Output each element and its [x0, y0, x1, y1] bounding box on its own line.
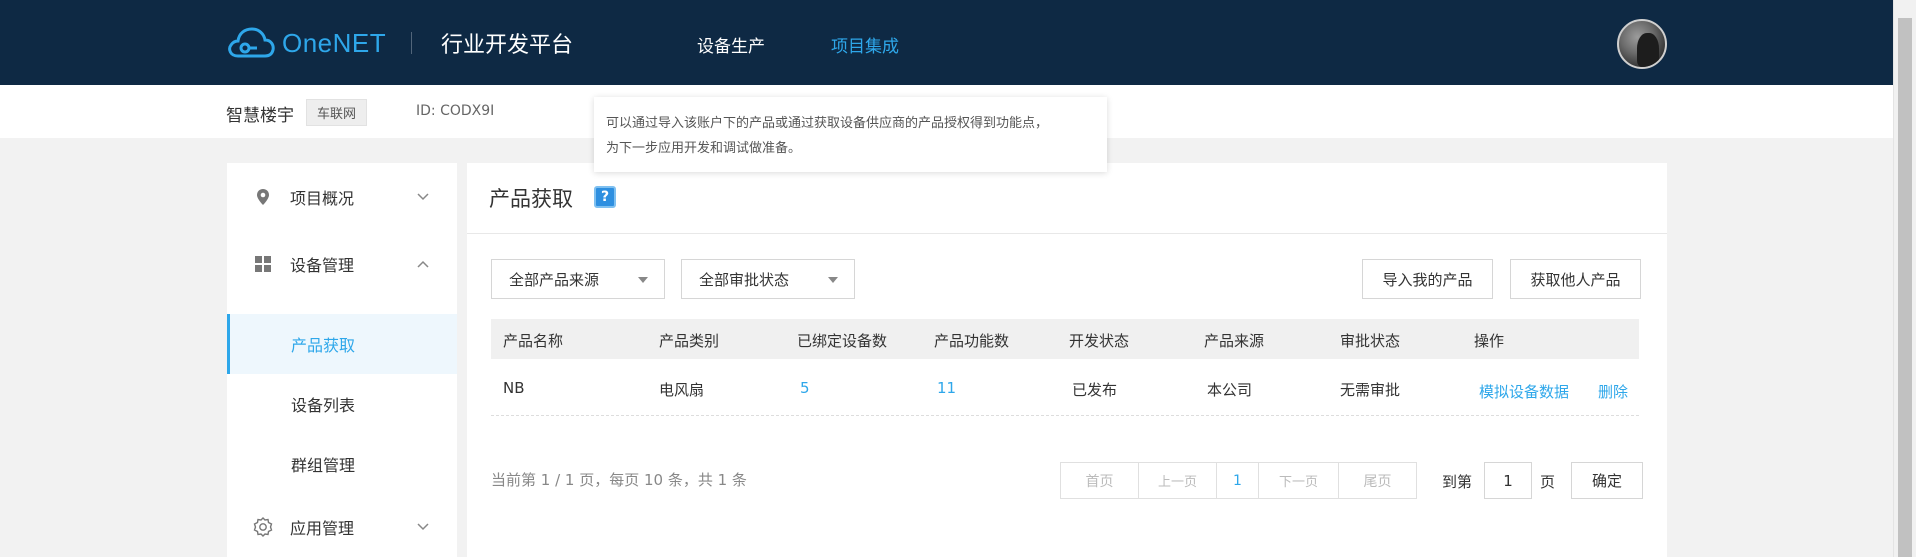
approval-status-select[interactable]: 全部审批状态	[681, 259, 855, 299]
cell-bound-devices-link[interactable]: 5	[800, 379, 810, 397]
project-name: 智慧楼宇	[226, 106, 294, 126]
sidebar-group-project-overview[interactable]: 项目概况	[227, 167, 457, 227]
top-navbar: OneNET 行业开发平台 设备生产 项目集成	[0, 0, 1893, 85]
confirm-goto-button[interactable]: 确定	[1571, 462, 1643, 499]
goto-label: 到第	[1442, 473, 1473, 491]
delete-link[interactable]: 删除	[1598, 381, 1628, 402]
sidebar-item-label: 群组管理	[291, 456, 356, 475]
column-header: 产品类别	[659, 332, 720, 350]
column-header: 操作	[1474, 332, 1505, 350]
prev-page-button[interactable]: 上一页	[1139, 463, 1217, 498]
title-divider	[467, 233, 1667, 234]
simulate-device-data-link[interactable]: 模拟设备数据	[1479, 381, 1569, 402]
cell-functions-link[interactable]: 11	[937, 379, 956, 397]
cell-product-category: 电风扇	[659, 381, 705, 399]
cell-approval: 无需审批	[1340, 381, 1401, 399]
nav-project-integration[interactable]: 项目集成	[831, 32, 899, 57]
location-pin-icon	[253, 187, 273, 207]
main-content-card: 产品获取 ? 全部产品来源 全部审批状态 导入我的产品 获取他人产品 产品名称 …	[467, 163, 1667, 557]
page-title: 产品获取	[489, 187, 573, 211]
page-suffix-label: 页	[1540, 473, 1556, 491]
sidebar-group-app-management[interactable]: 应用管理	[227, 497, 457, 557]
brand-name: OneNET	[282, 27, 387, 58]
scrollbar-thumb[interactable]	[1898, 18, 1912, 557]
pagination-info: 当前第 1 / 1 页，每页 10 条，共 1 条	[491, 471, 747, 489]
tooltip-line-1: 可以通过导入该账户下的产品或通过获取设备供应商的产品授权得到功能点，	[606, 116, 1049, 131]
last-page-button[interactable]: 尾页	[1339, 463, 1416, 498]
platform-title: 行业开发平台	[441, 33, 574, 58]
project-id: ID: CODX9I	[416, 103, 495, 119]
table-row: NB 电风扇 5 11 已发布 本公司 无需审批 模拟设备数据 删除	[491, 359, 1639, 416]
column-header: 产品功能数	[934, 332, 1010, 350]
sidebar-item-product-acquisition[interactable]: 产品获取	[227, 314, 457, 374]
cell-source: 本公司	[1207, 381, 1253, 399]
column-header: 已绑定设备数	[797, 332, 888, 350]
goto-page-input[interactable]	[1484, 462, 1532, 499]
dropdown-caret-icon	[828, 277, 838, 283]
sidebar-group-label: 应用管理	[290, 519, 355, 538]
chevron-down-icon	[417, 190, 429, 204]
import-my-products-button[interactable]: 导入我的产品	[1362, 259, 1493, 299]
project-tag-badge: 车联网	[306, 99, 368, 126]
sidebar-item-label: 产品获取	[291, 336, 356, 355]
current-page-button[interactable]: 1	[1217, 463, 1259, 498]
product-source-select[interactable]: 全部产品来源	[491, 259, 665, 299]
select-value: 全部审批状态	[699, 270, 790, 289]
sidebar-item-group-management[interactable]: 群组管理	[227, 434, 457, 494]
cloud-logo-icon	[228, 27, 275, 58]
get-others-products-button[interactable]: 获取他人产品	[1510, 259, 1641, 299]
help-tooltip: 可以通过导入该账户下的产品或通过获取设备供应商的产品授权得到功能点， 为下一步应…	[594, 97, 1107, 172]
help-question-icon[interactable]: ?	[594, 186, 616, 208]
tooltip-line-2: 为下一步应用开发和调试做准备。	[606, 141, 802, 156]
header-divider	[411, 32, 412, 54]
grid-icon	[253, 254, 273, 274]
column-header: 开发状态	[1069, 332, 1130, 350]
sidebar-item-device-list[interactable]: 设备列表	[227, 374, 457, 434]
chevron-down-icon	[417, 520, 429, 534]
sidebar-item-label: 设备列表	[291, 396, 356, 415]
page-scrollbar[interactable]	[1893, 0, 1916, 557]
nav-device-production[interactable]: 设备生产	[697, 32, 765, 57]
table-header: 产品名称 产品类别 已绑定设备数 产品功能数 开发状态 产品来源 审批状态 操作	[491, 319, 1639, 359]
cell-dev-status: 已发布	[1072, 381, 1118, 399]
column-header: 审批状态	[1340, 332, 1401, 350]
next-page-button[interactable]: 下一页	[1259, 463, 1339, 498]
dropdown-caret-icon	[638, 277, 648, 283]
sidebar-group-label: 项目概况	[290, 189, 355, 208]
column-header: 产品来源	[1204, 332, 1265, 350]
pagination: 首页 上一页 1 下一页 尾页	[1060, 462, 1417, 499]
cell-product-name: NB	[503, 379, 525, 397]
onenet-logo[interactable]: OneNET	[226, 24, 386, 62]
sidebar-group-device-management[interactable]: 设备管理	[227, 234, 457, 294]
select-value: 全部产品来源	[509, 270, 600, 289]
chevron-up-icon	[417, 257, 429, 271]
column-header: 产品名称	[503, 332, 564, 350]
first-page-button[interactable]: 首页	[1061, 463, 1139, 498]
sidebar-group-label: 设备管理	[290, 256, 355, 275]
user-avatar[interactable]	[1617, 19, 1667, 69]
sidebar: 项目概况 设备管理 产品获取 设备列表 群组管理 应用管理	[227, 163, 457, 557]
gear-icon	[253, 517, 273, 537]
